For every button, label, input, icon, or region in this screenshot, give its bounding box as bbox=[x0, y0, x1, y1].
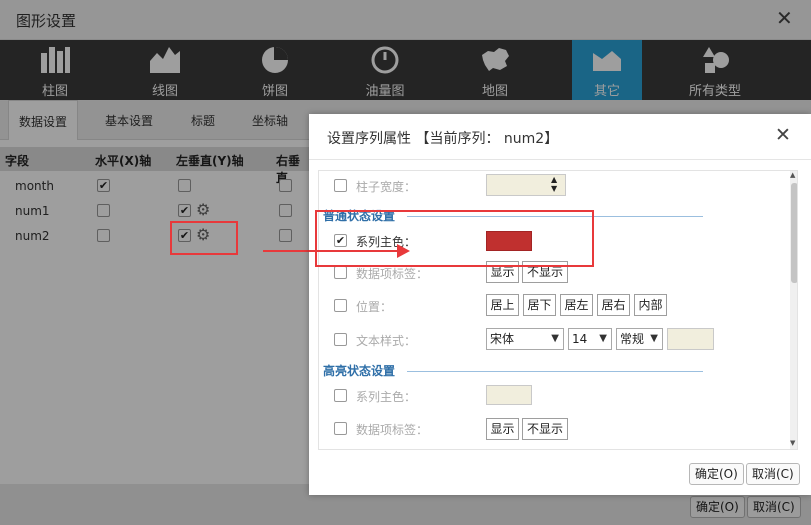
font-weight-value: 常规 bbox=[620, 332, 645, 346]
text-color-swatch[interactable] bbox=[667, 328, 714, 350]
hl-series-color-label: 系列主色： bbox=[356, 390, 417, 404]
annotation-arrowhead-icon bbox=[397, 244, 410, 258]
annotation-arrow-line bbox=[309, 250, 401, 252]
scroll-up-icon[interactable]: ▲ bbox=[790, 171, 795, 180]
close-icon[interactable]: ✕ bbox=[775, 125, 791, 145]
hl-data-label-row: 数据项标签： 显示 不显示 bbox=[319, 414, 789, 444]
data-label-label: 数据项标签： bbox=[356, 267, 429, 281]
hl-hide-button[interactable]: 不显示 bbox=[522, 418, 568, 440]
modal-ok-button[interactable]: 确定(O) bbox=[689, 463, 744, 485]
font-family-value: 宋体 bbox=[490, 332, 515, 346]
chevron-down-icon: ▼ bbox=[650, 333, 658, 344]
scroll-down-icon[interactable]: ▼ bbox=[790, 439, 795, 448]
position-bottom-button[interactable]: 居下 bbox=[523, 294, 556, 316]
column-width-label: 柱子宽度： bbox=[356, 180, 417, 194]
position-row: 位置： 居上 居下 居左 居右 内部 bbox=[319, 291, 789, 321]
font-weight-select[interactable]: 常规 ▼ bbox=[616, 328, 663, 350]
section-divider bbox=[407, 371, 703, 372]
hl-series-color-row: 系列主色： bbox=[319, 381, 789, 411]
position-inside-button[interactable]: 内部 bbox=[634, 294, 667, 316]
font-family-select[interactable]: 宋体 ▼ bbox=[486, 328, 564, 350]
annotation-arrow-line bbox=[263, 250, 309, 252]
text-style-checkbox[interactable] bbox=[334, 333, 347, 346]
text-style-label: 文本样式： bbox=[356, 334, 417, 348]
data-label-checkbox[interactable] bbox=[334, 266, 347, 279]
chevron-down-icon: ▼ bbox=[551, 333, 559, 344]
annotation-highlight-gear bbox=[170, 221, 238, 255]
position-right-button[interactable]: 居右 bbox=[597, 294, 630, 316]
font-size-value: 14 bbox=[572, 332, 588, 346]
column-width-row: 柱子宽度： ▲ ▼ bbox=[319, 171, 789, 201]
text-style-row: 文本样式： 宋体 ▼ 14 ▼ 常规 ▼ bbox=[319, 325, 789, 355]
chevron-down-icon: ▼ bbox=[599, 333, 607, 344]
hl-series-color-swatch[interactable] bbox=[486, 385, 532, 405]
annotation-highlight-series-color bbox=[315, 210, 594, 267]
font-size-select[interactable]: 14 ▼ bbox=[568, 328, 612, 350]
hl-data-label-label: 数据项标签： bbox=[356, 423, 429, 437]
position-left-button[interactable]: 居左 bbox=[560, 294, 593, 316]
hl-show-button[interactable]: 显示 bbox=[486, 418, 519, 440]
series-properties-modal: 设置序列属性 【当前序列： num2】 ✕ 柱子宽度： ▲ ▼ 普通状态设置 ✔ … bbox=[309, 114, 811, 495]
vertical-scrollbar[interactable]: ▲ ▼ bbox=[790, 171, 797, 449]
modal-cancel-button[interactable]: 取消(C) bbox=[746, 463, 800, 485]
highlight-section-title: 高亮状态设置 bbox=[323, 364, 396, 378]
position-label: 位置： bbox=[356, 300, 393, 314]
position-checkbox[interactable] bbox=[334, 299, 347, 312]
spinner-arrows-icon[interactable]: ▲ ▼ bbox=[551, 175, 557, 193]
scrollbar-thumb[interactable] bbox=[791, 183, 797, 283]
modal-title-bar: 设置序列属性 【当前序列： num2】 ✕ bbox=[309, 114, 811, 160]
hl-series-color-checkbox[interactable] bbox=[334, 389, 347, 402]
hl-data-label-checkbox[interactable] bbox=[334, 422, 347, 435]
position-top-button[interactable]: 居上 bbox=[486, 294, 519, 316]
column-width-checkbox[interactable] bbox=[334, 179, 347, 192]
modal-title: 设置序列属性 【当前序列： num2】 bbox=[327, 131, 559, 147]
